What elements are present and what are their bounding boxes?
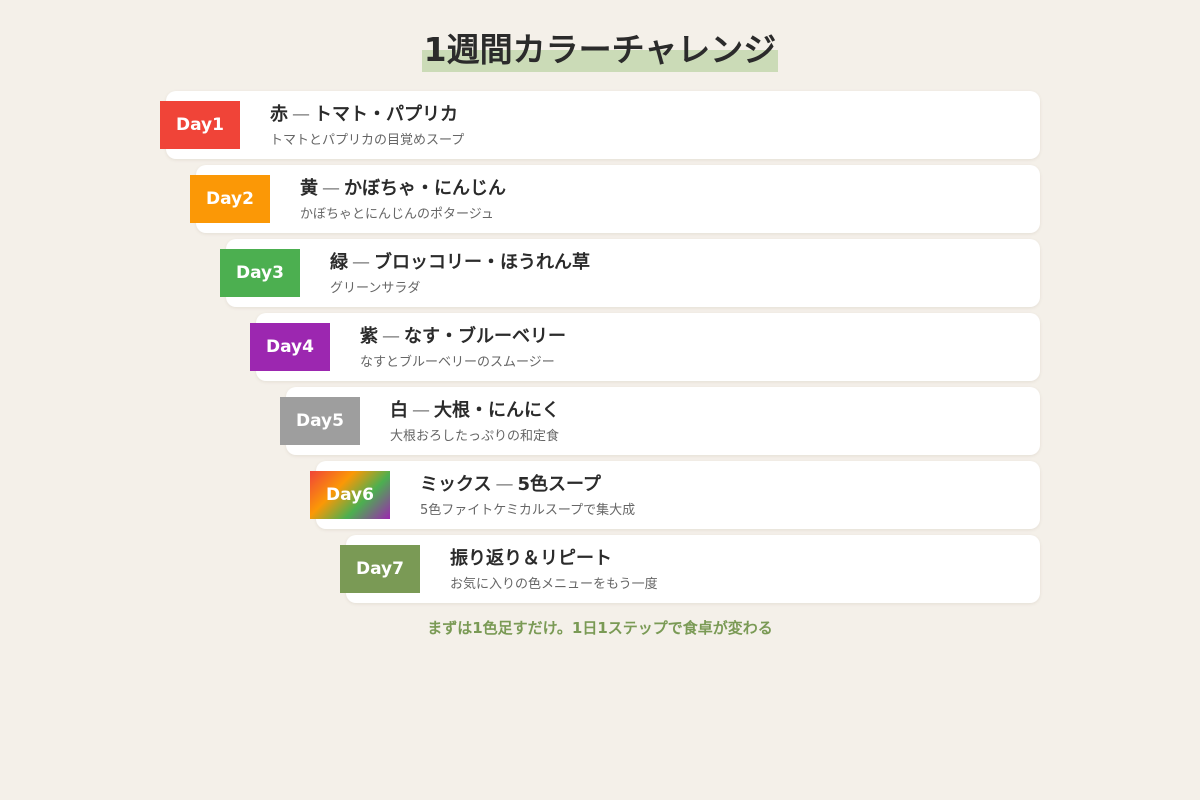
day-color-name: 黄 — [300, 178, 318, 199]
day-description: なすとブルーベリーのスムージー — [360, 355, 555, 370]
day-description: お気に入りの色メニューをもう一度 — [450, 577, 658, 592]
separator: — — [412, 400, 430, 421]
separator: — — [495, 474, 514, 495]
day-color-name: 白 — [390, 400, 408, 421]
day-description: 5色ファイトケミカルスープで集大成 — [420, 503, 636, 518]
day-badge: Day6 — [310, 471, 390, 519]
day-card: 赤 — トマト・パプリカトマトとパプリカの目覚めスープ — [166, 91, 1040, 159]
separator: — — [322, 178, 340, 199]
day-foods: トマト・パプリカ — [314, 104, 458, 125]
day-text: 紫 — なす・ブルーベリーなすとブルーベリーのスムージー — [360, 325, 1020, 373]
day-heading: 黄 — かぼちゃ・にんじん — [300, 177, 1020, 201]
day-row: 紫 — なす・ブルーベリーなすとブルーベリーのスムージー Day4 — [250, 313, 1040, 381]
day-heading: ミックス —5色スープ — [420, 473, 1020, 497]
day-row: 緑 — ブロッコリー・ほうれん草グリーンサラダ Day3 — [220, 239, 1040, 307]
day-heading: 振り返り＆リピート — [450, 547, 1020, 571]
day-description: 大根おろしたっぷりの和定食 — [390, 429, 560, 444]
day-description: かぼちゃとにんじんのポタージュ — [300, 207, 494, 222]
day-description: グリーンサラダ — [330, 281, 421, 296]
day-color-name: ミックス — [420, 474, 492, 495]
day-badge: Day3 — [220, 249, 300, 297]
day-card: 紫 — なす・ブルーベリーなすとブルーベリーのスムージー — [256, 313, 1040, 381]
day-foods: ブロッコリー・ほうれん草 — [374, 252, 590, 273]
day-heading: 赤 — トマト・パプリカ — [270, 103, 1020, 127]
day-color-name: 紫 — [360, 326, 378, 347]
day-card: 緑 — ブロッコリー・ほうれん草グリーンサラダ — [226, 239, 1040, 307]
day-color-name: 振り返り＆リピート — [450, 548, 612, 569]
day-card: ミックス —5色スープ 5色ファイトケミカルスープで集大成 — [316, 461, 1040, 529]
day-row: 赤 — トマト・パプリカトマトとパプリカの目覚めスープ Day1 — [160, 91, 1040, 159]
day-badge: Day2 — [190, 175, 270, 223]
day-row: 白 — 大根・にんにく大根おろしたっぷりの和定食 Day5 — [280, 387, 1040, 455]
day-description: トマトとパプリカの目覚めスープ — [270, 133, 465, 148]
day-text: 振り返り＆リピートお気に入りの色メニューをもう一度 — [450, 547, 1020, 595]
footer-message: まずは1色足すだけ。1日1ステップで食卓が変わる — [427, 619, 773, 637]
day-color-name: 赤 — [270, 104, 288, 125]
day-card: 黄 — かぼちゃ・にんじんかぼちゃとにんじんのポタージュ — [196, 165, 1040, 233]
day-row: 黄 — かぼちゃ・にんじんかぼちゃとにんじんのポタージュ Day2 — [190, 165, 1040, 233]
day-text: ミックス —5色スープ 5色ファイトケミカルスープで集大成 — [420, 473, 1020, 521]
day-color-name: 緑 — [330, 252, 348, 273]
day-list: 赤 — トマト・パプリカ トマトとパプリカの目覚めスープ Day1 黄 — かぼちゃ・にんじん… — [0, 0, 1200, 800]
day-card: 振り返り＆リピートお気に入りの色メニューをもう一度 — [346, 535, 1040, 603]
day-text: 黄 — かぼちゃ・にんじんかぼちゃとにんじんのポタージュ — [300, 177, 1020, 225]
day-card: 白 — 大根・にんにく大根おろしたっぷりの和定食 — [286, 387, 1040, 455]
day-heading: 緑 — ブロッコリー・ほうれん草 — [330, 251, 1020, 275]
day-badge: Day5 — [280, 397, 360, 445]
day-row: ミックス —5色スープ 5色ファイトケミカルスープで集大成 Day6 — [310, 461, 1040, 529]
day-foods: なす・ブルーベリー — [404, 326, 566, 347]
day-heading: 白 — 大根・にんにく — [390, 399, 1020, 423]
day-text: 赤 — トマト・パプリカトマトとパプリカの目覚めスープ — [270, 103, 1020, 151]
day-text: 緑 — ブロッコリー・ほうれん草グリーンサラダ — [330, 251, 1020, 299]
separator: — — [292, 104, 310, 125]
day-foods: 5色スープ — [517, 474, 601, 495]
day-heading: 紫 — なす・ブルーベリー — [360, 325, 1020, 349]
day-foods: 大根・にんにく — [434, 400, 560, 421]
separator: — — [352, 252, 370, 273]
day-badge: Day7 — [340, 545, 420, 593]
day-row: 振り返り＆リピートお気に入りの色メニューをもう一度 Day7 — [340, 535, 1040, 603]
day-badge: Day4 — [250, 323, 330, 371]
day-text: 白 — 大根・にんにく大根おろしたっぷりの和定食 — [390, 399, 1020, 447]
separator: — — [382, 326, 400, 347]
day-foods: かぼちゃ・にんじん — [344, 178, 506, 199]
day-badge: Day1 — [160, 101, 240, 149]
